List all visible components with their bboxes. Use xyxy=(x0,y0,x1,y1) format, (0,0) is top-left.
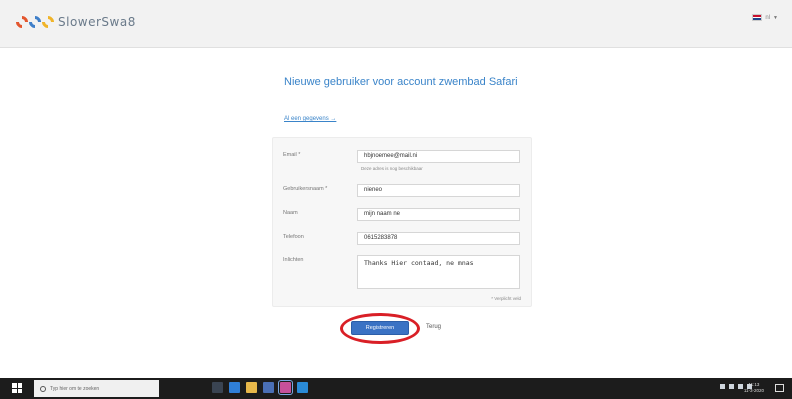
phone-label: Telefoon xyxy=(283,234,304,240)
clock-date: 11-3-2020 xyxy=(743,388,764,393)
email-label: Email * xyxy=(283,152,301,158)
vscode-icon[interactable] xyxy=(297,382,308,393)
registration-form: Email * hbjnoemee@mail.ni Deze adres is … xyxy=(272,137,532,307)
photos-icon[interactable] xyxy=(278,380,293,395)
taskbar-search-placeholder: Typ hier om te zoeken xyxy=(50,385,100,392)
page-title: Nieuwe gebruiker voor account zwembad Sa… xyxy=(284,76,518,88)
explorer-icon[interactable] xyxy=(246,382,257,393)
chevron-up-icon[interactable] xyxy=(720,384,725,389)
volume-icon[interactable] xyxy=(738,384,743,389)
taskbar-pinned-apps xyxy=(212,380,308,395)
register-button[interactable]: Registreren xyxy=(351,321,409,335)
name-field[interactable]: mijn naam ne xyxy=(357,208,520,221)
login-link[interactable]: Al een gegevens → xyxy=(284,116,336,122)
back-button[interactable]: Terug xyxy=(426,324,441,330)
search-icon xyxy=(40,385,46,392)
dutch-flag-icon xyxy=(752,14,763,21)
required-note: * Verplicht veld xyxy=(491,296,521,301)
taskbar-clock[interactable]: 11:13 11-3-2020 xyxy=(744,382,764,394)
site-logo[interactable]: SlowerSwa8 xyxy=(13,10,136,34)
username-label: Gebruikersnaam * xyxy=(283,186,328,192)
network-icon[interactable] xyxy=(729,384,734,389)
chevron-down-icon: ▼ xyxy=(773,14,778,21)
logo-text: SlowerSwa8 xyxy=(58,15,136,29)
store-icon[interactable] xyxy=(263,382,274,393)
notification-icon[interactable] xyxy=(775,384,784,392)
note-textarea[interactable]: Thanks Hier contaad, ne mnas xyxy=(357,255,520,289)
language-code: nl xyxy=(765,14,771,21)
site-header: SlowerSwa8 nl ▼ xyxy=(0,0,792,48)
windows-start-icon[interactable] xyxy=(12,383,22,393)
windows-taskbar: Typ hier om te zoeken 11:13 11-3-2020 xyxy=(0,378,792,399)
page: SlowerSwa8 nl ▼ Nieuwe gebruiker voor ac… xyxy=(0,0,792,399)
note-label: Inlichten xyxy=(283,257,304,263)
email-hint: Deze adres is nog beschikbaar xyxy=(361,166,423,171)
name-label: Naam xyxy=(283,210,298,216)
phone-field[interactable]: 0615283878 xyxy=(357,232,520,245)
taskbar-search-input[interactable]: Typ hier om te zoeken xyxy=(34,380,159,397)
language-selector[interactable]: nl ▼ xyxy=(752,14,778,21)
email-field[interactable]: hbjnoemee@mail.ni xyxy=(357,150,520,163)
edge-icon[interactable] xyxy=(229,382,240,393)
logo-mark-icon xyxy=(13,13,57,31)
task-view-icon[interactable] xyxy=(212,382,223,393)
username-field[interactable]: nieneo xyxy=(357,184,520,197)
